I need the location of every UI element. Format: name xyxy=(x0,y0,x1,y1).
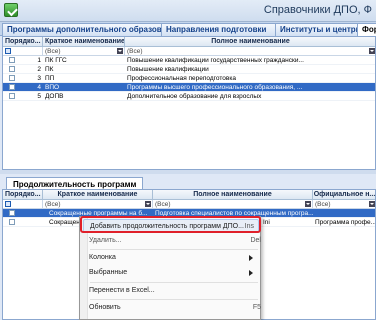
cell-official: Программа профе... xyxy=(315,219,376,226)
menu-separator xyxy=(90,249,258,250)
chevron-down-icon[interactable] xyxy=(369,48,375,54)
cell-full: Повышение квалификации xyxy=(127,66,209,73)
tab-programs[interactable]: Программы дополнительного образования xyxy=(2,23,162,36)
bottom-filter-row: (Все) (Все) (Все) xyxy=(3,200,375,209)
menu-item-selected[interactable]: Выбранные xyxy=(89,266,259,280)
table-row[interactable]: 3 ПП Профессиональная переподготовка xyxy=(3,74,375,83)
cell-order: 4 xyxy=(37,84,41,91)
cell-full: Профессиональная переподготовка xyxy=(127,75,236,82)
col-order-header[interactable]: Порядко... xyxy=(3,37,43,47)
cell-order: 2 xyxy=(37,66,41,73)
window-title: Справочники ДПО, Ф xyxy=(263,4,372,16)
chevron-down-icon[interactable] xyxy=(369,201,375,207)
bottom-grid-header: Порядко... Краткое наименование Полное н… xyxy=(3,190,375,200)
tab-strip: Программы дополнительного образования На… xyxy=(0,22,376,36)
filter-order[interactable] xyxy=(3,200,43,209)
cell-full: Повышение квалификации государственных г… xyxy=(127,57,304,64)
tab-forms[interactable]: Фор xyxy=(357,23,376,36)
tab-institutes[interactable]: Институты и центры xyxy=(275,23,358,36)
menu-separator xyxy=(90,299,258,300)
title-bar: Справочники ДПО, Ф xyxy=(0,0,376,22)
filter-full[interactable]: (Все) xyxy=(125,47,375,56)
cell-order: 3 xyxy=(37,75,41,82)
menu-item-label: Колонка xyxy=(89,254,116,261)
chevron-down-icon[interactable] xyxy=(305,201,311,207)
col-short-header[interactable]: Краткое наименование xyxy=(43,37,125,47)
cell-full: Дополнительное образование для взрослых xyxy=(127,93,262,100)
cell-short: Сокращен xyxy=(49,219,80,226)
menu-item-export-excel[interactable]: Перенести в Excel... xyxy=(89,284,155,298)
top-filter-row: (Все) (Все) xyxy=(3,47,375,56)
table-row[interactable]: 1 ПК ГГС Повышение квалификации государс… xyxy=(3,56,375,65)
filter-full[interactable]: (Все) xyxy=(153,200,313,209)
cell-full: Ini xyxy=(263,219,270,226)
filter-icon xyxy=(5,48,11,54)
chevron-down-icon[interactable] xyxy=(145,201,151,207)
table-row[interactable]: 5 ДОПВ Дополнительное образование для вз… xyxy=(3,92,375,101)
cell-short: ПК xyxy=(45,66,54,73)
top-grid: Порядко... Краткое наименование Полное н… xyxy=(2,36,376,170)
cell-short: ДОПВ xyxy=(45,93,64,100)
menu-item-label: Удалить... xyxy=(89,237,122,244)
filter-official[interactable]: (Все) xyxy=(313,200,375,209)
cell-order: 5 xyxy=(37,93,41,100)
menu-item-label: Перенести в Excel... xyxy=(89,287,155,294)
menu-item-label: Выбранные xyxy=(89,269,128,276)
menu-item-shortcut: F5 xyxy=(252,304,261,311)
cell-short: ВПО xyxy=(45,84,60,91)
menu-item-refresh[interactable]: Обновить F5 xyxy=(89,301,261,315)
col-full-header[interactable]: Полное наименование xyxy=(125,37,375,47)
cell-official xyxy=(313,209,375,218)
cell-short: ПП xyxy=(45,75,55,82)
filter-order[interactable] xyxy=(3,47,43,56)
menu-item-column[interactable]: Колонка xyxy=(89,251,259,265)
filter-short[interactable]: (Все) xyxy=(43,200,153,209)
cell-order: 1 xyxy=(37,57,41,64)
row-checkbox[interactable] xyxy=(9,219,15,225)
row-checkbox[interactable] xyxy=(9,210,15,216)
highlight-frame xyxy=(80,216,261,233)
panel-caption[interactable]: Продолжительность программ xyxy=(6,177,144,189)
top-grid-header: Порядко... Краткое наименование Полное н… xyxy=(3,37,375,47)
cell-short: ПК ГГС xyxy=(45,57,67,64)
col-short-header[interactable]: Краткое наименование xyxy=(43,190,153,200)
cell-full: Программы высшего профессионального обра… xyxy=(127,84,303,91)
menu-separator xyxy=(90,282,258,283)
chevron-down-icon[interactable] xyxy=(117,48,123,54)
chevron-right-icon xyxy=(249,270,253,276)
filter-icon xyxy=(5,201,11,207)
menu-item-label: Обновить xyxy=(89,304,121,311)
menu-item-delete[interactable]: Удалить... Del xyxy=(89,234,261,248)
tab-directions[interactable]: Направления подготовки xyxy=(161,23,276,36)
chevron-right-icon xyxy=(249,255,253,261)
app-icon xyxy=(4,3,18,17)
col-order-header[interactable]: Порядко... xyxy=(3,190,43,200)
filter-short[interactable]: (Все) xyxy=(43,47,125,56)
table-row-selected[interactable]: 4 ВПО Программы высшего профессиональног… xyxy=(3,83,375,92)
col-official-header[interactable]: Официальное н... xyxy=(313,190,375,200)
splitter[interactable] xyxy=(0,170,376,174)
menu-item-shortcut: Del xyxy=(250,237,261,244)
table-row[interactable]: 2 ПК Повышение квалификации xyxy=(3,65,375,74)
col-full-header[interactable]: Полное наименование xyxy=(153,190,313,200)
